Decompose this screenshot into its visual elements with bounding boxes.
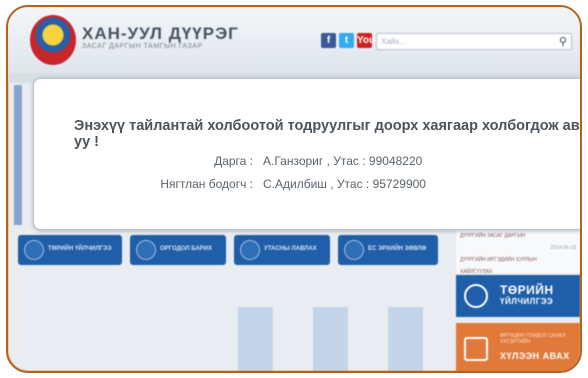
screenshot-frame: ХАН-УУЛ ДҮҮРЭГ ЗАСАГ ДАРГЫН ТАМГЫН ГАЗАР…	[6, 5, 582, 373]
site-header: ХАН-УУЛ ДҮҮРЭГ ЗАСАГ ДАРГЫН ТАМГЫН ГАЗАР…	[8, 7, 580, 73]
tile-label: УТАСНЫ ЛАВЛАХ	[264, 246, 317, 252]
news-item[interactable]: ДҮҮРГИЙН ЗАСАГ ДАРГЫН	[460, 233, 576, 239]
site-subtitle: ЗАСАГ ДАРГЫН ТАМГЫН ГАЗАР	[82, 43, 203, 50]
contact-row-director: Дарга : А.Ганзориг , Утас : 99048220	[34, 154, 422, 168]
twitter-icon[interactable]: t	[339, 33, 354, 48]
search-input[interactable]: Хайх... ⚲	[376, 33, 572, 50]
scales-icon	[344, 240, 364, 260]
contact-value: С.Адилбиш , Утас : 95729900	[263, 177, 426, 191]
news-item[interactable]: ДҮҮРГИЙН ИРГЭДИЙН ХУРЛЫН	[460, 257, 576, 263]
social-links: f t You	[321, 33, 375, 48]
emblem-logo[interactable]	[30, 15, 76, 65]
tile-phone-directory[interactable]: УТАСНЫ ЛАВЛАХ	[234, 235, 330, 265]
tile-petition[interactable]: ОРГОДОЛ БАРИХ	[130, 235, 226, 265]
building-icon	[464, 284, 488, 308]
quick-links: ТӨРИЙН ҮЙЛЧИЛГЭЭ ОРГОДОЛ БАРИХ УТАСНЫ ЛА…	[8, 229, 448, 273]
button-title: ТӨРИЙН	[500, 283, 554, 297]
tile-label: ОРГОДОЛ БАРИХ	[160, 246, 212, 252]
tile-public-service[interactable]: ТӨРИЙН ҮЙЛЧИЛГЭЭ	[18, 235, 122, 265]
contact-modal: Энэхүү тайлантай холбоотой тодруулгыг до…	[33, 78, 582, 230]
contact-row-accountant: Нягтлан бодогч : С.Адилбиш , Утас : 95729…	[34, 177, 426, 191]
contact-label: Нягтлан бодогч :	[160, 177, 253, 191]
left-banner-edge	[14, 85, 22, 225]
news-list: ДҮҮРГИЙН ЗАСАГ ДАРГЫН 2014-06-18 ДҮҮРГИЙ…	[456, 229, 580, 275]
site-title[interactable]: ХАН-УУЛ ДҮҮРЭГ	[82, 24, 239, 44]
modal-heading: Энэхүү тайлантай холбоотой тодруулгыг до…	[74, 118, 582, 150]
watermark-logo	[218, 307, 518, 371]
news-date: 2014-06-18	[550, 245, 576, 251]
hand-icon	[136, 240, 156, 260]
search-icon[interactable]: ⚲	[559, 35, 567, 48]
facebook-icon[interactable]: f	[321, 33, 336, 48]
building-icon	[24, 240, 44, 260]
contact-value: А.Ганзориг , Утас : 99048220	[263, 154, 423, 168]
tile-label: ЕС ЭРХИЙН ЗӨВЛӨ	[368, 246, 427, 252]
tile-legal-advice[interactable]: ЕС ЭРХИЙН ЗӨВЛӨ	[338, 235, 438, 265]
phone-icon	[240, 240, 260, 260]
tile-label: ТӨРИЙН ҮЙЛЧИЛГЭЭ	[48, 246, 112, 252]
search-placeholder: Хайх...	[381, 37, 406, 46]
button-subtitle: ҮЙЛЧИЛГЭЭ	[500, 297, 554, 306]
youtube-icon[interactable]: You	[357, 33, 375, 48]
contact-label: Дарга :	[214, 154, 253, 168]
